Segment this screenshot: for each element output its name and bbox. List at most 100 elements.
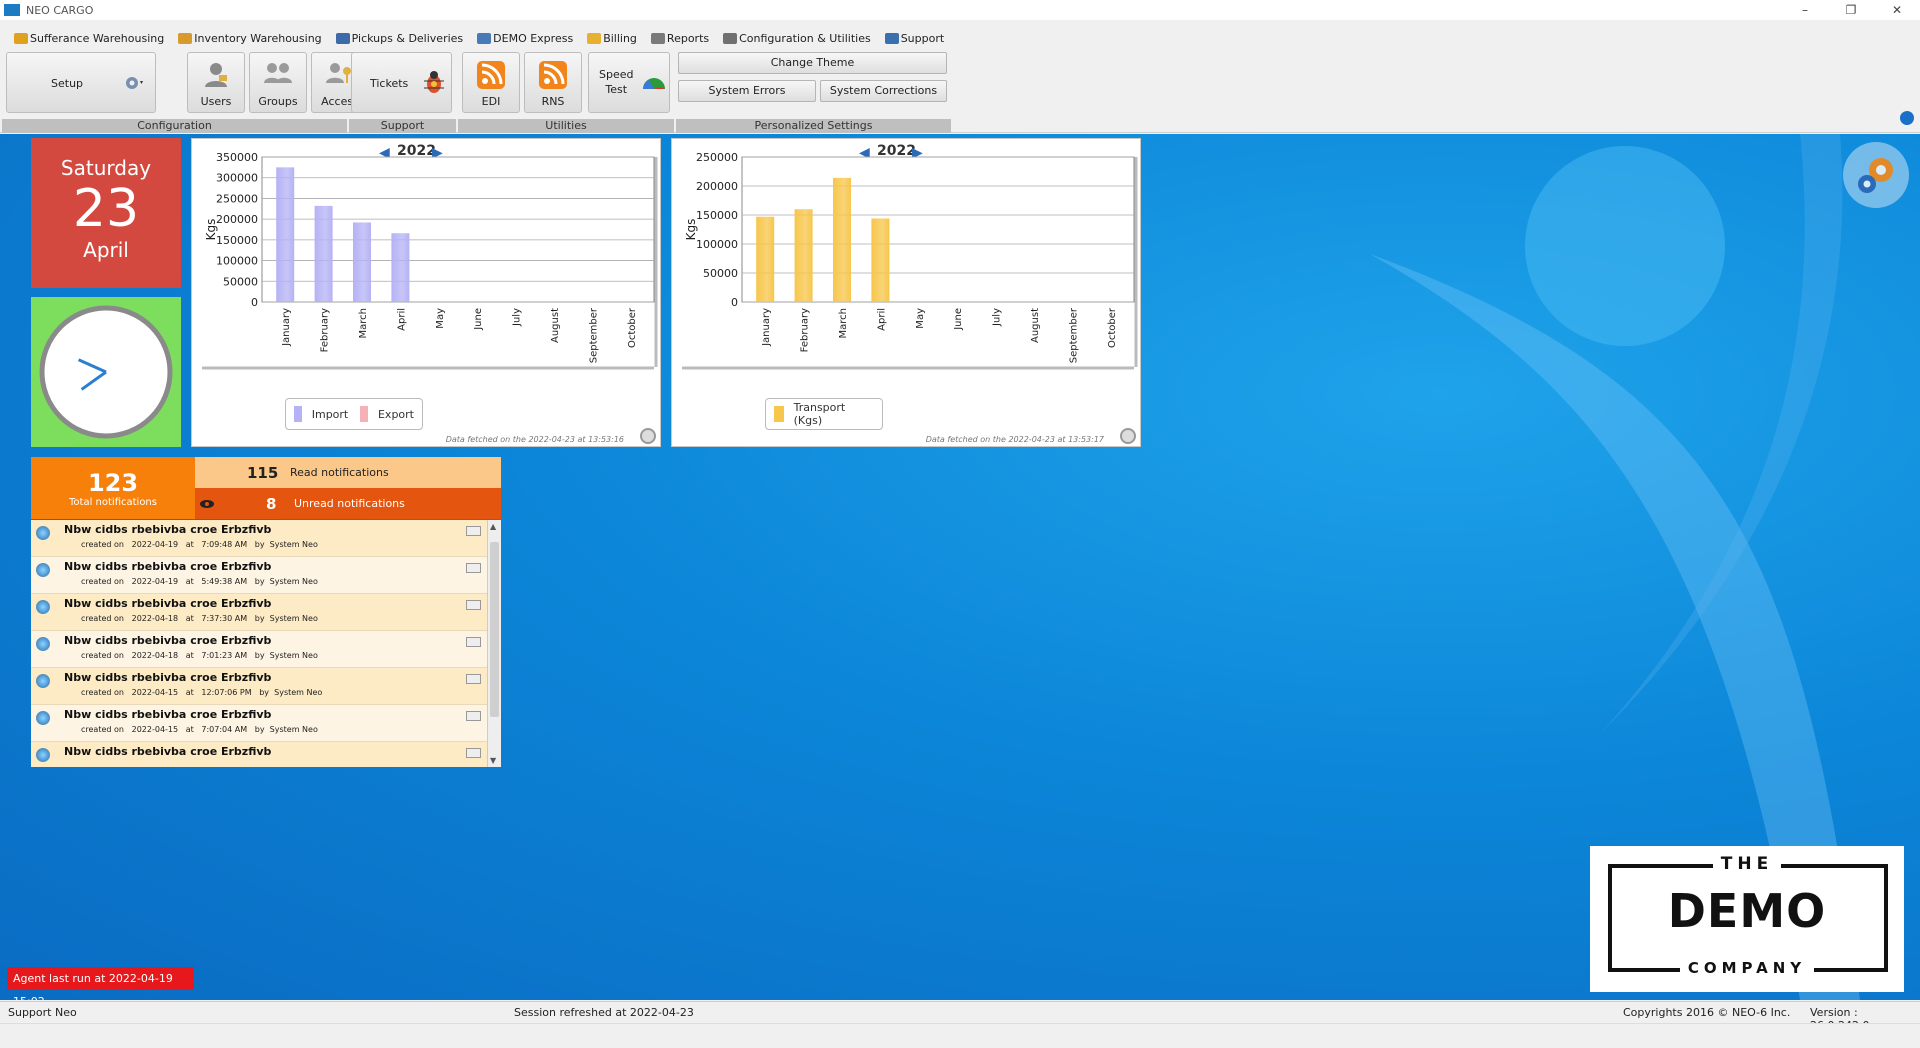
x-tick-label: May <box>915 308 926 329</box>
legend-transport[interactable]: Transport (Kgs) <box>794 401 874 427</box>
edi-button[interactable]: EDI <box>462 52 520 113</box>
support-group-label: Support <box>349 119 456 133</box>
menu-label: Billing <box>603 31 637 45</box>
total-count: 123 <box>87 469 139 497</box>
notification-item[interactable]: Nbw cidbs rbebivba croe Erbzfivb <box>31 742 501 767</box>
read-count: 115 <box>247 463 279 482</box>
ribbon-group-support: Tickets Support <box>349 49 456 133</box>
envelope-icon[interactable] <box>466 563 481 573</box>
notification-item[interactable]: Nbw cidbs rbebivba croe Erbzfivb created … <box>31 631 501 668</box>
bar-transport-kgs--january[interactable] <box>756 216 775 302</box>
menu-item-1[interactable]: Inventory Warehousing <box>178 31 322 45</box>
x-tick-label: June <box>473 308 484 331</box>
dashboard-area: Saturday 23 April ◀ 2022 ▶ 0 50000 100000 1… <box>0 134 1920 1000</box>
ribbon-group-personalized: Change Theme System Errors System Correc… <box>676 49 951 133</box>
y-tick-label: 250000 <box>696 151 738 164</box>
notification-item[interactable]: Nbw cidbs rbebivba croe Erbzfivb created … <box>31 594 501 631</box>
menu-item-0[interactable]: Sufferance Warehousing <box>14 32 164 45</box>
x-tick-label: September <box>588 307 599 363</box>
menu-item-5[interactable]: Reports <box>650 31 710 45</box>
legend-export[interactable]: Export <box>378 408 414 421</box>
analog-clock <box>39 305 173 439</box>
envelope-icon[interactable] <box>466 637 481 647</box>
x-tick-label: October <box>1107 307 1118 348</box>
y-tick-label: 250000 <box>216 192 258 205</box>
fetch-timestamp: Data fetched on the 2022-04-23 at 13:53:… <box>445 435 624 444</box>
menu-label: Reports <box>666 31 710 45</box>
transport-chart-panel: ◀ 2022 ▶ 0 50000 100000 150000 200000 250000 K… <box>671 138 1141 447</box>
notification-scrollbar[interactable]: ▲ ▼ <box>487 520 501 767</box>
bar-import-february[interactable] <box>314 205 333 302</box>
change-theme-button[interactable]: Change Theme <box>678 52 947 74</box>
notification-title: Nbw cidbs rbebivba croe Erbzfivb <box>64 523 272 536</box>
minimize-button[interactable]: – <box>1782 0 1828 20</box>
x-tick-label: October <box>627 307 638 348</box>
refresh-icon[interactable] <box>1120 428 1136 444</box>
notification-item[interactable]: Nbw cidbs rbebivba croe Erbzfivb created … <box>31 557 501 594</box>
notification-list: Nbw cidbs rbebivba croe Erbzfivb created … <box>31 520 501 767</box>
menu-item-3[interactable]: DEMO Express <box>477 32 573 45</box>
menu-label: DEMO Express <box>493 31 574 45</box>
scroll-thumb[interactable] <box>490 542 499 717</box>
rss-icon <box>539 61 567 89</box>
envelope-icon[interactable] <box>466 748 481 758</box>
bar-transport-kgs--april[interactable] <box>871 218 890 302</box>
notification-title: Nbw cidbs rbebivba croe Erbzfivb <box>64 671 272 684</box>
bar-import-march[interactable] <box>353 222 371 302</box>
globe-icon <box>36 600 50 614</box>
utilities-group-label: Utilities <box>458 119 674 133</box>
bottom-strip <box>0 1023 1920 1048</box>
ribbon-collapse-dot[interactable] <box>1900 111 1914 125</box>
window-title: NEO CARGO <box>26 3 94 17</box>
menu-item-2[interactable]: Pickups & Deliveries <box>335 32 463 45</box>
notification-item[interactable]: Nbw cidbs rbebivba croe Erbzfivb created … <box>31 520 501 557</box>
system-errors-button[interactable]: System Errors <box>678 80 816 102</box>
weekday: Saturday <box>60 156 152 180</box>
scroll-up-arrow[interactable]: ▲ <box>490 522 496 531</box>
y-axis-label: Kgs <box>684 219 698 241</box>
menu-label: Inventory Warehousing <box>194 31 322 45</box>
envelope-icon[interactable] <box>466 674 481 684</box>
menu-label: Sufferance Warehousing <box>30 31 165 45</box>
groups-button[interactable]: Groups <box>249 52 307 113</box>
setup-button[interactable]: Setup <box>6 52 156 113</box>
read-notifications-row[interactable]: 115 Read notifications <box>195 457 501 488</box>
notification-item[interactable]: Nbw cidbs rbebivba croe Erbzfivb created … <box>31 668 501 705</box>
globe-icon <box>36 563 50 577</box>
menu-icon <box>14 32 28 44</box>
restore-button[interactable]: ❐ <box>1828 0 1874 20</box>
users-button[interactable]: Users <box>187 52 245 113</box>
x-tick-label: February <box>320 308 331 352</box>
unread-count: 8 <box>266 494 277 513</box>
x-tick-label: August <box>1030 308 1041 343</box>
close-button[interactable]: ✕ <box>1874 0 1920 20</box>
scroll-down-arrow[interactable]: ▼ <box>490 756 496 765</box>
envelope-icon[interactable] <box>466 711 481 721</box>
status-copyright: Copyrights 2016 © NEO-6 Inc. <box>1623 1006 1791 1019</box>
logo-line3: COMPANY <box>1679 959 1815 977</box>
bar-transport-kgs--march[interactable] <box>833 177 851 302</box>
x-tick-label: January <box>761 308 772 347</box>
system-corrections-button[interactable]: System Corrections <box>820 80 947 102</box>
bar-import-april[interactable] <box>391 233 410 302</box>
tickets-button[interactable]: Tickets <box>351 52 452 113</box>
settings-fab[interactable] <box>1843 142 1909 208</box>
menu-item-6[interactable]: Configuration & Utilities <box>723 32 871 45</box>
envelope-icon[interactable] <box>466 600 481 610</box>
rns-button[interactable]: RNS <box>524 52 582 113</box>
unread-notifications-row[interactable]: 8 Unread notifications <box>195 488 501 519</box>
menu-item-7[interactable]: Support <box>884 32 944 45</box>
menu-item-4[interactable]: Billing <box>587 32 637 45</box>
status-bar: Support Neo Session refreshed at 2022-04… <box>0 1001 1920 1032</box>
refresh-icon[interactable] <box>640 428 656 444</box>
speed-test-button[interactable]: Speed Test <box>588 52 670 113</box>
notification-item[interactable]: Nbw cidbs rbebivba croe Erbzfivb created … <box>31 705 501 742</box>
total-notifications-tile[interactable]: 123 Total notifications <box>31 457 195 519</box>
gears-icon <box>1858 158 1893 193</box>
bar-transport-kgs--february[interactable] <box>794 209 813 302</box>
total-label: Total notifications <box>69 497 157 508</box>
bar-import-january[interactable] <box>276 167 295 302</box>
y-tick-label: 0 <box>251 296 258 309</box>
legend-import[interactable]: Import <box>312 408 349 421</box>
envelope-icon[interactable] <box>466 526 481 536</box>
